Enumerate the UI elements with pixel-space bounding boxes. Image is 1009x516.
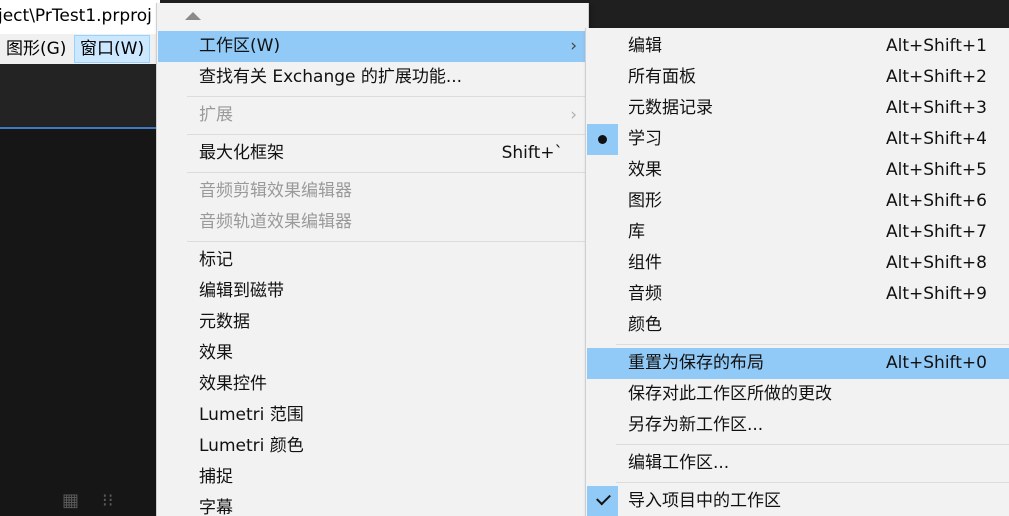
submenu-separator <box>616 482 1009 483</box>
menu-separator <box>187 134 585 135</box>
submenu-item-label: 库 <box>628 222 645 242</box>
submenu-item-shortcut: Alt+Shift+3 <box>886 98 987 118</box>
menu-item-edit-to-tape[interactable]: 编辑到磁带 <box>158 276 587 307</box>
submenu-item-label: 图形 <box>628 191 662 211</box>
menu-item-lumetri-scopes[interactable]: Lumetri 范围 <box>158 400 587 431</box>
submenu-item-label: 另存为新工作区... <box>628 415 764 435</box>
submenu-item-shortcut: Alt+Shift+5 <box>886 160 987 180</box>
workspace-editing[interactable]: 编辑 Alt+Shift+1 <box>587 31 1009 62</box>
panel-header <box>0 64 160 126</box>
checked-indicator <box>587 486 618 516</box>
menu-item-find-exchange-extensions[interactable]: 查找有关 Exchange 的扩展功能... <box>158 62 587 93</box>
menu-item-label: 捕捉 <box>199 467 233 487</box>
submenu-item-shortcut: Alt+Shift+8 <box>886 253 987 273</box>
submenu-item-shortcut: Alt+Shift+6 <box>886 191 987 211</box>
menu-item-label: Lumetri 范围 <box>199 405 304 425</box>
menu-item-workspace[interactable]: 工作区(W) › <box>158 31 587 62</box>
submenu-item-shortcut: Alt+Shift+1 <box>886 36 987 56</box>
submenu-item-label: 所有面板 <box>628 67 696 87</box>
submenu-item-label: 效果 <box>628 160 662 180</box>
submenu-item-shortcut: Alt+Shift+7 <box>886 222 987 242</box>
workspace-assembly[interactable]: 组件 Alt+Shift+8 <box>587 248 1009 279</box>
menu-item-label: 元数据 <box>199 312 250 332</box>
checkmark-icon <box>596 490 611 506</box>
menu-item-label: Lumetri 颜色 <box>199 436 304 456</box>
menu-item-extensions: 扩展 › <box>158 100 587 131</box>
menu-item-label: 标记 <box>199 250 233 270</box>
submenu-separator <box>616 344 1009 345</box>
workspace-audio[interactable]: 音频 Alt+Shift+9 <box>587 279 1009 310</box>
submenu-item-shortcut: Alt+Shift+0 <box>886 353 987 373</box>
submenu-item-label: 颜色 <box>628 315 662 335</box>
menu-item-label: 效果 <box>199 343 233 363</box>
menu-separator <box>187 172 585 173</box>
menu-item-label: 效果控件 <box>199 374 267 394</box>
film-icon[interactable]: ▦ <box>62 490 79 511</box>
menu-item-shortcut: Shift+` <box>501 143 563 163</box>
import-workspace-from-projects[interactable]: 导入项目中的工作区 <box>587 486 1009 516</box>
menu-item-lumetri-color[interactable]: Lumetri 颜色 <box>158 431 587 462</box>
workspace-effects[interactable]: 效果 Alt+Shift+5 <box>587 155 1009 186</box>
menu-item-capture[interactable]: 捕捉 <box>158 462 587 493</box>
menu-item-label: 音频轨道效果编辑器 <box>199 212 352 232</box>
menu-item-label: 字幕 <box>199 498 233 516</box>
reset-to-saved-layout[interactable]: 重置为保存的布局 Alt+Shift+0 <box>587 348 1009 379</box>
menu-item-label: 查找有关 Exchange 的扩展功能... <box>199 67 463 87</box>
menu-item-captions[interactable]: 字幕 <box>158 493 587 516</box>
menu-separator <box>187 241 585 242</box>
submenu-arrow-icon: › <box>570 36 577 56</box>
radio-bullet-icon <box>598 135 607 144</box>
submenu-item-label: 学习 <box>628 129 662 149</box>
menu-item-label: 最大化框架 <box>199 143 284 163</box>
workspace-submenu: 编辑 Alt+Shift+1 所有面板 Alt+Shift+2 元数据记录 Al… <box>585 28 1009 516</box>
menu-item-maximize-frame[interactable]: 最大化框架 Shift+` <box>158 138 587 169</box>
menu-item-metadata[interactable]: 元数据 <box>158 307 587 338</box>
save-as-new-workspace[interactable]: 另存为新工作区... <box>587 410 1009 441</box>
scroll-up-arrow-icon[interactable] <box>185 12 201 20</box>
window-title-bar: ject\PrTest1.prproj <box>0 0 160 35</box>
window-title: ject\PrTest1.prproj <box>0 6 152 26</box>
panel-body <box>0 129 160 516</box>
submenu-item-label: 重置为保存的布局 <box>628 353 764 373</box>
menu-item-audio-clip-effect-editor: 音频剪辑效果编辑器 <box>158 176 587 207</box>
submenu-item-label: 组件 <box>628 253 662 273</box>
audio-waveform-icon[interactable]: ⁝⁝ <box>102 490 113 511</box>
submenu-item-label: 编辑工作区... <box>628 453 730 473</box>
menu-item-label: 音频剪辑效果编辑器 <box>199 181 352 201</box>
menu-separator <box>187 96 585 97</box>
menu-graphics[interactable]: 图形(G) <box>1 36 71 62</box>
submenu-separator <box>616 444 1009 445</box>
submenu-item-shortcut: Alt+Shift+9 <box>886 284 987 304</box>
menu-bar: 图形(G) 窗口(W) <box>0 34 160 64</box>
submenu-item-label: 导入项目中的工作区 <box>628 491 781 511</box>
submenu-item-label: 音频 <box>628 284 662 304</box>
submenu-item-label: 元数据记录 <box>628 98 713 118</box>
menu-item-effects[interactable]: 效果 <box>158 338 587 369</box>
workspace-color[interactable]: 颜色 <box>587 310 1009 341</box>
workspace-libraries[interactable]: 库 Alt+Shift+7 <box>587 217 1009 248</box>
selected-indicator <box>587 124 618 155</box>
submenu-item-shortcut: Alt+Shift+4 <box>886 129 987 149</box>
menu-item-audio-track-effect-editor: 音频轨道效果编辑器 <box>158 207 587 238</box>
workspace-metadata-logging[interactable]: 元数据记录 Alt+Shift+3 <box>587 93 1009 124</box>
workspace-graphics[interactable]: 图形 Alt+Shift+6 <box>587 186 1009 217</box>
workspace-all-panels[interactable]: 所有面板 Alt+Shift+2 <box>587 62 1009 93</box>
edit-workspaces[interactable]: 编辑工作区... <box>587 448 1009 479</box>
menu-item-effect-controls[interactable]: 效果控件 <box>158 369 587 400</box>
menu-item-label: 编辑到磁带 <box>199 281 284 301</box>
menu-item-label: 工作区(W) <box>199 36 281 56</box>
submenu-item-label: 编辑 <box>628 36 662 56</box>
menu-window[interactable]: 窗口(W) <box>74 35 151 63</box>
window-menu: 工作区(W) › 查找有关 Exchange 的扩展功能... 扩展 › 最大化… <box>156 3 589 516</box>
submenu-item-shortcut: Alt+Shift+2 <box>886 67 987 87</box>
workspace-learning[interactable]: 学习 Alt+Shift+4 <box>587 124 1009 155</box>
submenu-item-label: 保存对此工作区所做的更改 <box>628 384 832 404</box>
menu-item-label: 扩展 <box>199 105 233 125</box>
save-changes-to-workspace[interactable]: 保存对此工作区所做的更改 <box>587 379 1009 410</box>
menu-item-markers[interactable]: 标记 <box>158 245 587 276</box>
submenu-arrow-icon: › <box>570 105 577 125</box>
